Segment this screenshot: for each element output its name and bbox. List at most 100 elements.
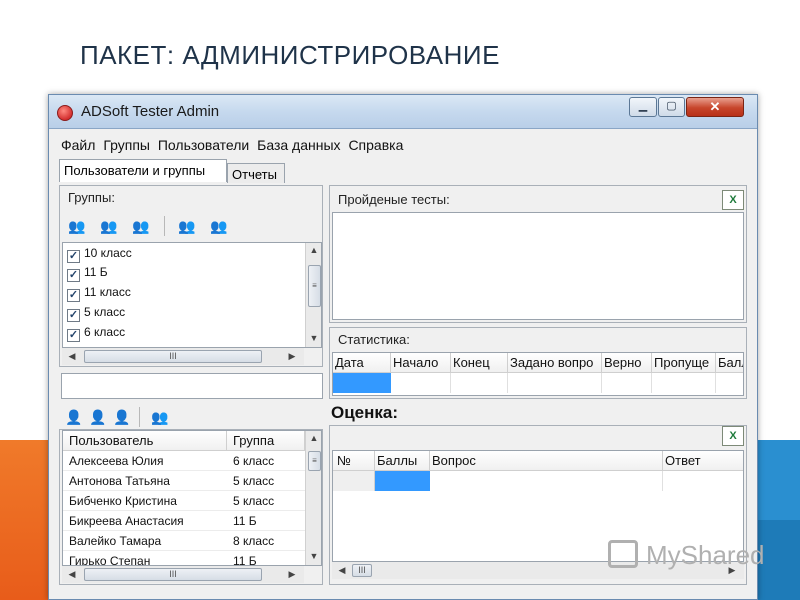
stats-col-end[interactable]: Конец: [451, 353, 508, 373]
checkbox[interactable]: ✓: [67, 329, 80, 342]
scroll-right-icon[interactable]: ▶: [284, 569, 300, 580]
group-users-icon[interactable]: 👥: [176, 216, 198, 236]
users-panel: Пользователь Группа Алексеева Юлия 6 кла…: [59, 429, 323, 585]
maximize-button[interactable]: ▢: [658, 97, 685, 117]
add-user-icon[interactable]: 👤: [63, 407, 85, 427]
menu-help[interactable]: Справка: [348, 137, 403, 153]
table-row[interactable]: Гирько Степан 11 Б: [63, 551, 305, 566]
export-excel-icon[interactable]: X: [722, 190, 744, 210]
cell[interactable]: [602, 373, 652, 393]
menu-groups[interactable]: Группы: [103, 137, 150, 153]
table-row[interactable]: Бикреева Анастасия 11 Б: [63, 511, 305, 531]
cell[interactable]: [652, 373, 716, 393]
users-hscroll[interactable]: ◀ III ▶: [62, 566, 304, 583]
group-item[interactable]: ✓ 11 класс: [67, 285, 131, 304]
grade-col-question[interactable]: Вопрос: [430, 451, 663, 471]
cell[interactable]: [391, 373, 451, 393]
selected-cell[interactable]: [333, 373, 391, 393]
checkbox[interactable]: ✓: [67, 309, 80, 322]
tests-panel: Пройденые тесты: X: [329, 185, 747, 323]
scroll-down-icon[interactable]: ▼: [306, 333, 321, 343]
scroll-up-icon[interactable]: ▲: [306, 245, 321, 255]
tab-reports[interactable]: Отчеты: [227, 163, 285, 183]
table-row[interactable]: [333, 373, 743, 393]
stats-col-start[interactable]: Начало: [391, 353, 451, 373]
menu-database[interactable]: База данных: [257, 137, 340, 153]
edit-user-icon[interactable]: 👤: [87, 407, 109, 427]
stats-col-asked[interactable]: Задано вопро: [508, 353, 602, 373]
slide-title: ПАКЕТ: АДМИНИСТРИРОВАНИЕ: [80, 40, 500, 70]
stats-panel: Статистика: Дата Начало Конец Задано воп…: [329, 327, 747, 399]
checkbox[interactable]: ✓: [67, 269, 80, 282]
stats-table: Дата Начало Конец Задано вопро Верно Про…: [332, 352, 744, 396]
user-name: Алексеева Юлия: [69, 454, 164, 468]
cell[interactable]: [430, 471, 663, 491]
grade-label: Оценка:: [331, 403, 399, 422]
group-permissions-icon[interactable]: 👥: [208, 216, 230, 236]
stats-col-skipped[interactable]: Пропуще: [652, 353, 716, 373]
table-row[interactable]: Алексеева Юлия 6 класс: [63, 451, 305, 471]
selected-cell[interactable]: [375, 471, 430, 491]
add-group-icon[interactable]: 👥: [66, 216, 88, 236]
scroll-right-icon[interactable]: ▶: [284, 351, 300, 362]
scroll-left-icon[interactable]: ◀: [334, 565, 350, 576]
toolbar-separator: [139, 407, 140, 427]
grade-col-answer[interactable]: Ответ: [663, 451, 743, 471]
watermark-logo-icon: [608, 540, 638, 568]
menu-file[interactable]: Файл: [61, 137, 95, 153]
groups-vscroll[interactable]: ▲ ≡ ▼: [305, 243, 321, 347]
group-item[interactable]: ✓ 11 Б: [67, 265, 108, 284]
user-name: Бикреева Анастасия: [69, 514, 184, 528]
scroll-thumb[interactable]: ≡: [308, 265, 321, 307]
scroll-left-icon[interactable]: ◀: [64, 569, 80, 580]
tab-users-groups[interactable]: Пользователи и группы: [59, 159, 227, 182]
group-item[interactable]: ✓ 5 класс: [67, 305, 125, 324]
grade-col-number[interactable]: №: [333, 451, 375, 471]
grade-col-score[interactable]: Баллы: [375, 451, 430, 471]
title-bar[interactable]: ADSoft Tester Admin ▁ ▢ ✕: [49, 95, 757, 129]
cell[interactable]: [663, 471, 743, 491]
table-row[interactable]: [333, 471, 743, 491]
table-row[interactable]: Антонова Татьяна 5 класс: [63, 471, 305, 491]
filter-input[interactable]: [61, 373, 323, 399]
groups-hscroll[interactable]: ◀ III ▶: [62, 348, 304, 365]
checkbox[interactable]: ✓: [67, 289, 80, 302]
menu-users[interactable]: Пользователи: [158, 137, 249, 153]
row-header-cell[interactable]: [333, 471, 375, 491]
group-item[interactable]: ✓ 6 класс: [67, 325, 125, 344]
user-groups-icon[interactable]: 👥: [149, 407, 171, 427]
users-table: Пользователь Группа Алексеева Юлия 6 кла…: [62, 430, 322, 566]
user-name: Гирько Степан: [69, 554, 151, 566]
users-vscroll[interactable]: ▲ ≡ ▼: [305, 431, 321, 565]
scroll-up-icon[interactable]: ▲: [306, 433, 321, 443]
cell[interactable]: [508, 373, 602, 393]
user-group: 11 Б: [233, 514, 257, 528]
table-row[interactable]: Бибченко Кристина 5 класс: [63, 491, 305, 511]
close-button[interactable]: ✕: [686, 97, 744, 117]
groups-panel: Группы: 👥 👥 👥 👥 👥 ✓ 10 класс ✓ 11 Б ✓ 11 кл…: [59, 185, 323, 367]
minimize-button[interactable]: ▁: [629, 97, 657, 117]
group-item[interactable]: ✓ 10 класс: [67, 246, 132, 265]
scroll-down-icon[interactable]: ▼: [306, 551, 321, 561]
users-col-name[interactable]: Пользователь: [63, 431, 227, 451]
remove-user-icon[interactable]: 👤: [111, 407, 133, 427]
scroll-thumb[interactable]: ≡: [308, 451, 321, 471]
app-icon: [57, 105, 73, 121]
users-col-group[interactable]: Группа: [227, 431, 305, 451]
checkbox[interactable]: ✓: [67, 250, 80, 263]
edit-group-icon[interactable]: 👥: [98, 216, 120, 236]
stats-col-score[interactable]: Балл: [716, 353, 743, 373]
stats-col-date[interactable]: Дата: [333, 353, 391, 373]
scroll-thumb[interactable]: III: [352, 564, 372, 577]
stats-col-correct[interactable]: Верно: [602, 353, 652, 373]
scroll-left-icon[interactable]: ◀: [64, 351, 80, 362]
user-group: 6 класс: [233, 454, 275, 468]
toolbar-separator: [164, 216, 165, 236]
scroll-thumb[interactable]: III: [84, 350, 262, 363]
scroll-thumb[interactable]: III: [84, 568, 262, 581]
remove-group-icon[interactable]: 👥: [130, 216, 152, 236]
export-excel-icon[interactable]: X: [722, 426, 744, 446]
table-row[interactable]: Валейко Тамара 8 класс: [63, 531, 305, 551]
cell[interactable]: [451, 373, 508, 393]
user-name: Антонова Татьяна: [69, 474, 170, 488]
